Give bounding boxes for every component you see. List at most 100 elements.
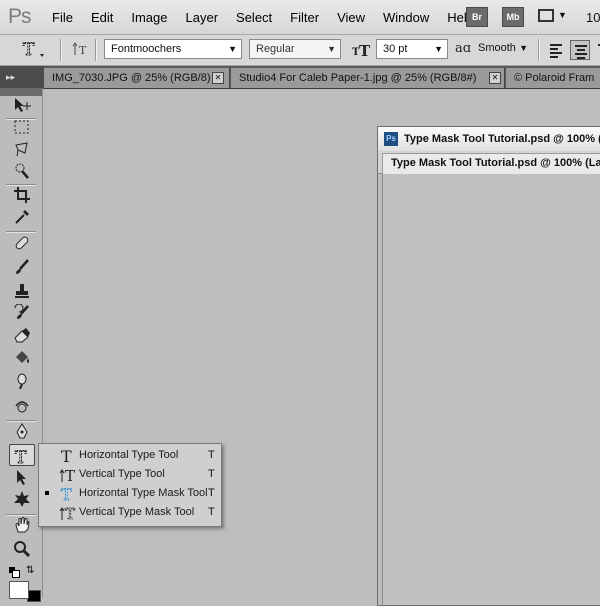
- marquee-tool[interactable]: [9, 116, 35, 138]
- type-mask-icon: T: [15, 448, 28, 466]
- eraser-icon: [14, 328, 30, 343]
- flyout-vertical-type-tool[interactable]: T Vertical Type Tool T: [39, 465, 221, 484]
- close-icon[interactable]: ✕: [212, 72, 224, 84]
- lasso-icon: [15, 142, 28, 157]
- svg-text:T: T: [15, 448, 27, 465]
- clone-stamp-tool[interactable]: [9, 280, 35, 302]
- font-family-select[interactable]: Fontmoochers ▼: [104, 39, 242, 59]
- pen-tool[interactable]: [9, 420, 35, 442]
- font-style-select[interactable]: Regular ▼: [249, 39, 341, 59]
- menu-file[interactable]: File: [52, 10, 73, 25]
- menu-edit[interactable]: Edit: [91, 10, 113, 25]
- tab-polaroid-frame[interactable]: © Polaroid Fram: [506, 68, 600, 88]
- svg-text:T: T: [23, 40, 35, 60]
- healing-brush-tool[interactable]: [9, 232, 35, 254]
- menu-bar: Ps File Edit Image Layer Select Filter V…: [0, 0, 600, 35]
- anti-alias-value: Smooth: [478, 42, 516, 54]
- chevron-down-icon: ▼: [434, 44, 443, 54]
- marquee-icon: [14, 120, 29, 134]
- flyout-item-shortcut: T: [208, 506, 215, 518]
- default-colors-icon[interactable]: [9, 567, 20, 578]
- document-tab[interactable]: Type Mask Tool Tutorial.psd @ 100% (La: [382, 153, 600, 174]
- flyout-item-label: Horizontal Type Mask Tool: [79, 487, 208, 499]
- anti-alias-select[interactable]: Smooth ▼: [472, 39, 532, 59]
- history-brush-tool[interactable]: [9, 302, 35, 324]
- font-size-select[interactable]: 30 pt ▼: [376, 39, 448, 59]
- svg-text:T: T: [61, 485, 72, 502]
- chevron-down-icon: ▼: [327, 44, 336, 54]
- align-center-button[interactable]: [570, 40, 590, 60]
- flyout-vertical-type-mask-tool[interactable]: T Vertical Type Mask Tool T: [39, 503, 221, 522]
- flyout-horizontal-type-tool[interactable]: T Horizontal Type Tool T: [39, 446, 221, 465]
- close-icon[interactable]: ✕: [489, 72, 501, 84]
- launch-mini-bridge-button[interactable]: Mb: [502, 7, 524, 27]
- photoshop-logo: Ps: [8, 5, 31, 28]
- font-style-value: Regular: [256, 43, 295, 55]
- crop-tool[interactable]: [9, 184, 35, 206]
- type-mask-tool[interactable]: T: [9, 444, 35, 466]
- screen-mode-button[interactable]: ▼: [538, 7, 567, 25]
- document-canvas[interactable]: [382, 174, 600, 605]
- horizontal-type-mask-icon: T: [61, 485, 73, 502]
- document-inner-tabbar: Type Mask Tool Tutorial.psd @ 100% (La: [378, 151, 600, 174]
- eyedropper-tool[interactable]: [9, 206, 35, 228]
- move-icon: [15, 98, 31, 112]
- blur-tool[interactable]: [9, 370, 35, 392]
- document-titlebar[interactable]: Ps Type Mask Tool Tutorial.psd @ 100% (: [378, 127, 600, 152]
- document-tab-bar: ▸▸ IMG_7030.JPG @ 25% (RGB/8) ✕ Studio4 …: [0, 66, 600, 89]
- menu-layer[interactable]: Layer: [186, 10, 219, 25]
- vertical-type-mask-icon: T: [59, 505, 75, 521]
- screen-mode-icon: [538, 9, 554, 22]
- lasso-tool[interactable]: [9, 138, 35, 160]
- paint-bucket-icon: [16, 351, 29, 363]
- font-size-icon: TT: [352, 39, 374, 63]
- zoom-tool[interactable]: [9, 538, 35, 560]
- horizontal-type-icon: T: [61, 447, 72, 464]
- document-window: Ps Type Mask Tool Tutorial.psd @ 100% ( …: [377, 126, 600, 606]
- swap-colors-icon[interactable]: ⇅: [26, 565, 34, 576]
- flyout-horizontal-type-mask-tool[interactable]: T Horizontal Type Mask Tool T: [39, 484, 221, 503]
- foreground-color-swatch[interactable]: [9, 581, 29, 599]
- menu-window[interactable]: Window: [383, 10, 429, 25]
- pen-icon: [16, 423, 28, 439]
- menu-select[interactable]: Select: [236, 10, 272, 25]
- move-tool[interactable]: [9, 94, 35, 116]
- path-selection-tool[interactable]: [9, 466, 35, 488]
- tab-img-7030[interactable]: IMG_7030.JPG @ 25% (RGB/8) ✕: [44, 68, 230, 88]
- type-mask-icon: T: [23, 40, 44, 61]
- menu-filter[interactable]: Filter: [290, 10, 319, 25]
- history-brush-icon: [14, 304, 29, 319]
- flyout-item-label: Horizontal Type Tool: [79, 449, 179, 461]
- brush-tool[interactable]: [9, 256, 35, 278]
- paint-bucket-tool[interactable]: [9, 346, 35, 368]
- toggle-text-orientation-icon[interactable]: T: [72, 40, 90, 62]
- custom-shape-tool[interactable]: [9, 488, 35, 510]
- zoom-level[interactable]: 10: [586, 10, 600, 25]
- brush-icon: [16, 259, 29, 274]
- panel-collapse-icon[interactable]: ▸▸: [0, 66, 44, 88]
- menu-view[interactable]: View: [337, 10, 365, 25]
- quick-selection-tool[interactable]: [9, 160, 35, 182]
- crop-icon: [14, 187, 30, 203]
- align-right-button[interactable]: [594, 40, 600, 60]
- tools-panel: T: [0, 88, 43, 597]
- tab-studio4[interactable]: Studio4 For Caleb Paper-1.jpg @ 25% (RGB…: [231, 68, 505, 88]
- chevron-down-icon: ▼: [519, 43, 528, 53]
- shape-icon: [14, 491, 30, 507]
- tab-label: IMG_7030.JPG @ 25% (RGB/8): [52, 72, 211, 84]
- launch-bridge-button[interactable]: Br: [466, 7, 488, 27]
- tool-preset-picker[interactable]: T: [20, 38, 50, 62]
- background-color-swatch[interactable]: [27, 590, 41, 602]
- svg-text:T: T: [359, 42, 371, 59]
- flyout-item-label: Vertical Type Mask Tool: [79, 506, 195, 518]
- menu-image[interactable]: Image: [131, 10, 167, 25]
- hand-icon: [15, 517, 30, 533]
- dodge-tool[interactable]: [9, 394, 35, 416]
- dodge-icon: [17, 373, 27, 390]
- svg-text:T: T: [65, 505, 75, 521]
- tab-label: © Polaroid Fram: [514, 72, 595, 84]
- flyout-item-shortcut: T: [208, 487, 215, 499]
- hand-tool[interactable]: [9, 514, 35, 536]
- eraser-tool[interactable]: [9, 324, 35, 346]
- align-left-button[interactable]: [546, 40, 566, 60]
